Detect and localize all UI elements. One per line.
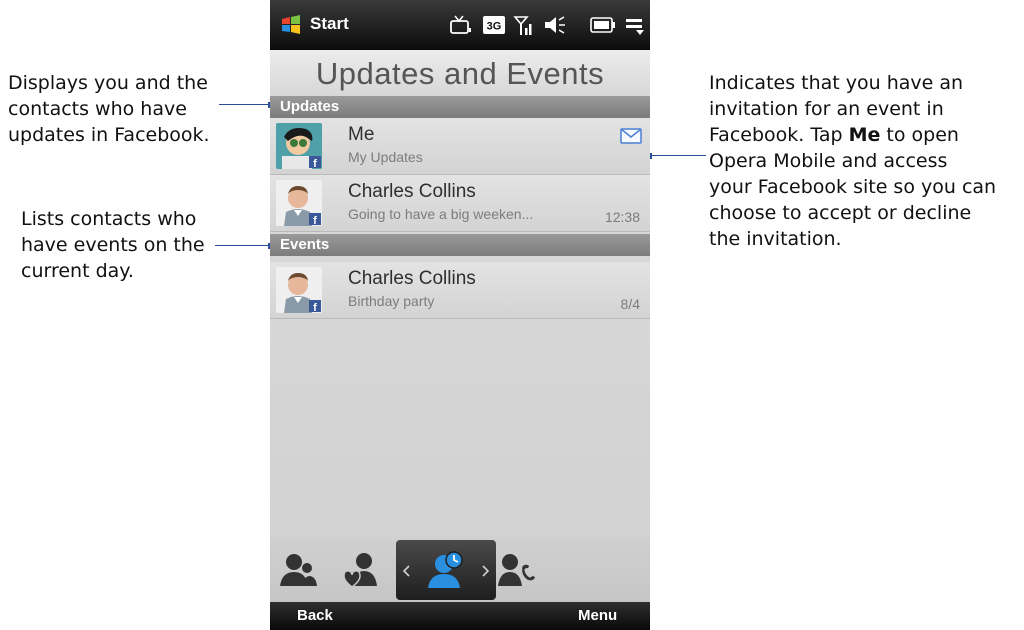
favorite-people-icon[interactable] [340,550,384,590]
callout-updates: Displays you and the contacts who have u… [8,72,210,146]
people-icon[interactable] [276,550,320,590]
avatar-me: f [276,123,322,169]
start-button[interactable]: Start [310,14,349,34]
section-header-events: Events [270,234,650,256]
chevron-right-icon[interactable] [480,564,490,577]
windows-logo-icon[interactable] [280,14,302,36]
battery-icon [590,17,616,39]
svg-text:f: f [313,302,317,313]
avatar-charles: f [276,180,322,226]
page-title: Updates and Events [315,56,605,91]
list-item-update[interactable]: f Charles Collins Going to have a big we… [270,175,650,232]
3g-icon: 3G [483,16,505,38]
event-subtitle: Birthday party [348,293,435,309]
signal-icon [513,14,535,36]
callout-events: Lists contacts who have events on the cu… [21,208,205,282]
envelope-icon[interactable] [620,128,642,149]
section-header-updates: Updates [270,96,650,118]
contact-name: Me [348,124,375,145]
back-softkey[interactable]: Back [297,607,333,624]
contact-subtitle: My Updates [348,149,423,165]
svg-text:3G: 3G [487,21,502,33]
tab-bar [270,538,650,602]
leader-line-events [215,242,274,249]
callout-invitation: Indicates that you have an invitation fo… [709,72,997,250]
chevron-left-icon[interactable] [402,564,412,577]
menu-softkey[interactable]: Menu [578,607,617,624]
leader-line-updates [219,101,274,108]
leader-line-invitation [646,152,706,159]
tv-icon [448,14,472,36]
contact-name: Charles Collins [348,268,476,289]
title-area: Updates and Events [270,50,650,96]
avatar-charles: f [276,267,322,313]
timestamp: 12:38 [604,209,640,225]
list-item-event[interactable]: f Charles Collins Birthday party 8/4 [270,262,650,319]
connection-icon [624,14,646,36]
softkey-bar: Back Menu [270,602,650,630]
phone-screen: Start 3G Updates and Events Updates f Me… [270,0,650,630]
svg-text:f: f [313,215,317,226]
svg-text:f: f [313,158,317,169]
volume-icon [542,14,568,36]
updates-events-icon[interactable] [424,550,468,590]
list-item-me[interactable]: f Me My Updates [270,118,650,175]
status-bar: Start 3G [270,0,650,50]
contact-subtitle: Going to have a big weeken... [348,206,534,222]
call-history-icon[interactable] [496,550,540,590]
contact-name: Charles Collins [348,181,476,202]
event-date: 8/4 [620,296,640,312]
